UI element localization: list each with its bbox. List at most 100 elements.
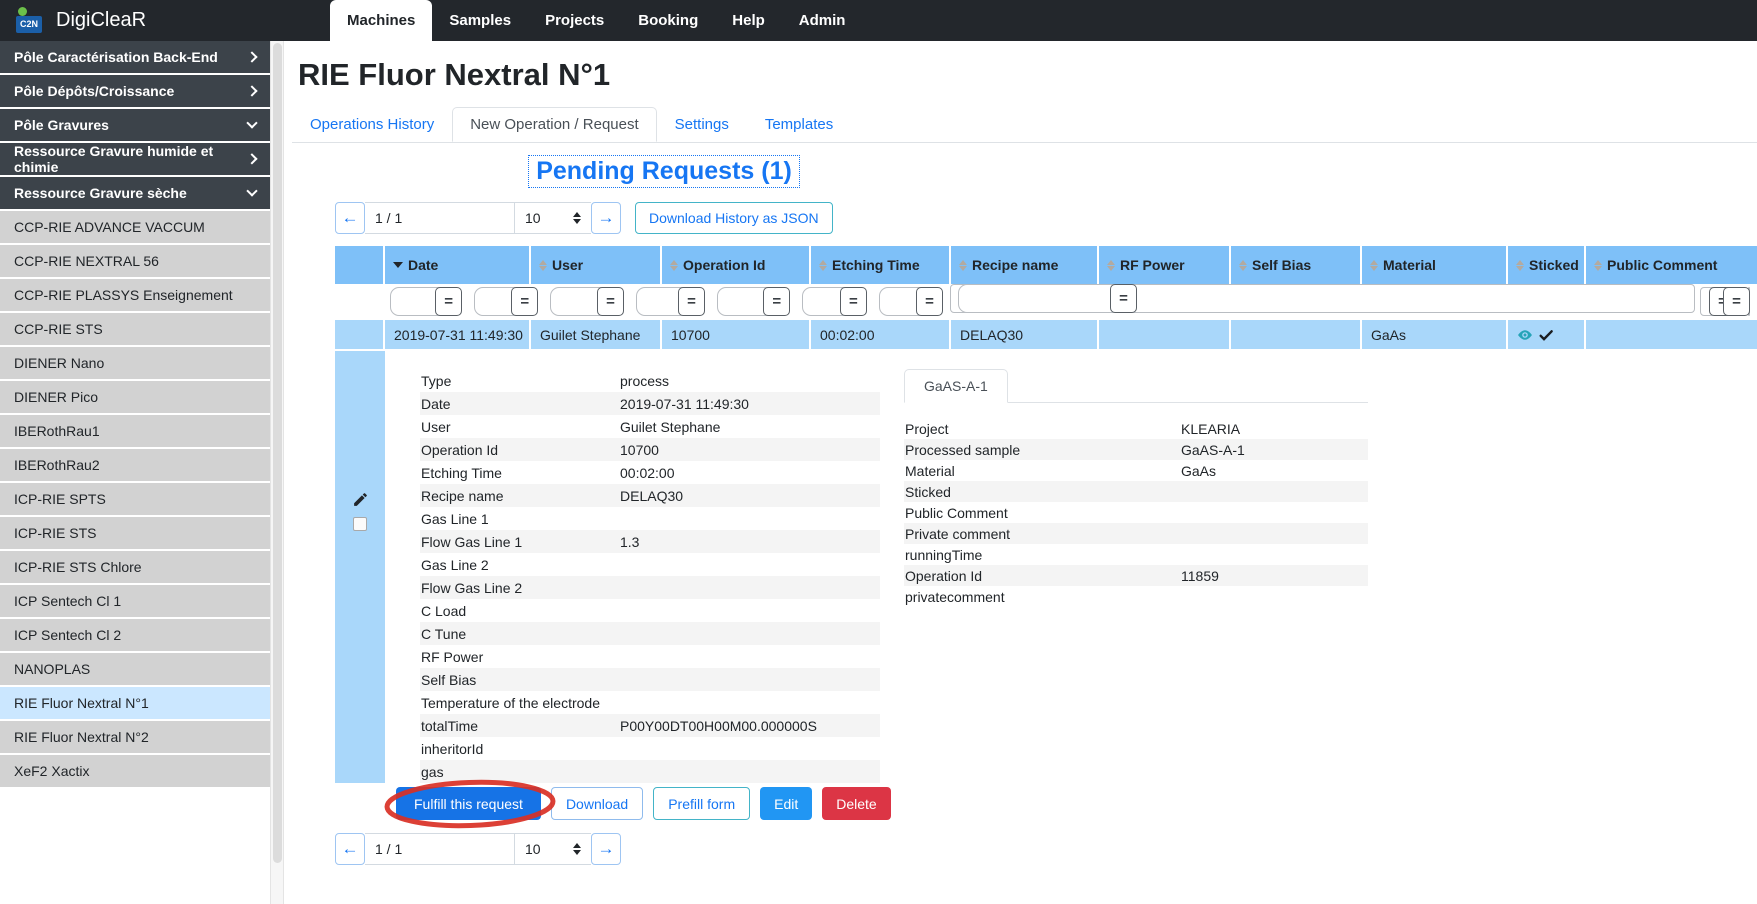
filter-operator-button[interactable]: = [1109,284,1137,313]
filter-operator-button[interactable]: = [597,287,625,316]
machine-tab[interactable]: Settings [657,107,747,142]
sort-icon[interactable] [393,262,403,268]
detail-value: 00:02:00 [620,465,880,481]
filter-operator-button[interactable]: = [678,287,705,316]
detail-row: RF Power [420,645,880,668]
sort-icon[interactable] [819,259,827,271]
top-nav-item[interactable]: Machines [330,0,433,41]
sort-icon[interactable] [1594,259,1602,271]
sample-label: runningTime [905,546,983,563]
top-nav-item-label: Samples [449,12,512,29]
sidebar-item[interactable]: NANOPLAS [0,653,270,685]
column-header[interactable]: Operation Id [662,246,811,284]
machine-tab[interactable]: Operations History [292,107,452,142]
filter-cell: = all [385,284,470,320]
prev-page-button[interactable]: ← [335,833,365,865]
column-header[interactable]: Self Bias [1231,246,1362,284]
sidebar-item[interactable]: Ressource Gravure sèche [0,177,270,209]
download-history-json-button[interactable]: Download History as JSON [635,202,833,234]
sidebar-item[interactable]: RIE Fluor Nextral N°2 [0,721,270,753]
detail-label: Recipe name [421,487,504,504]
edit-button[interactable]: Edit [760,787,813,820]
sort-icon[interactable] [959,259,967,271]
eye-icon[interactable] [1517,327,1533,343]
sample-tab[interactable]: GaAS-A-1 [904,369,1008,403]
filter-operator-button[interactable]: = [839,287,867,316]
column-header[interactable]: User [531,246,662,284]
sort-icon[interactable] [1516,259,1524,271]
top-nav-item[interactable]: Projects [528,0,621,41]
sidebar-item[interactable]: RIE Fluor Nextral N°1 [0,687,270,719]
sort-icon[interactable] [1239,259,1247,271]
column-header[interactable]: Material [1362,246,1508,284]
sidebar-item[interactable]: CCP-RIE STS [0,313,270,345]
equals-icon: = [1119,290,1128,307]
sidebar-item[interactable]: DIENER Nano [0,347,270,379]
sidebar-item-label: Pôle Caractérisation Back-End [14,49,218,65]
machine-tab[interactable]: Templates [747,107,851,142]
sample-row: Private comment [904,523,1368,544]
sample-details-list: Project KLEARIA Processed sample GaAS-A-… [904,418,1368,607]
machine-tab[interactable]: New Operation / Request [452,107,657,142]
sidebar-item[interactable]: ICP Sentech Cl 1 [0,585,270,617]
sort-icon[interactable] [670,259,678,271]
next-page-button[interactable]: → [591,202,621,234]
edit-pencil-icon[interactable] [352,491,369,508]
column-header[interactable]: Public Comment [1586,246,1757,284]
filter-operator-button[interactable]: = [763,287,791,316]
sidebar-item[interactable]: ICP-RIE STS [0,517,270,549]
fulfill-request-button[interactable]: Fulfill this request [384,779,556,829]
sidebar-item-label: CCP-RIE PLASSYS Enseignement [14,287,233,303]
sidebar-item[interactable]: Pôle Gravures [0,109,270,141]
page-indicator: 1 / 1 [365,202,515,234]
column-header[interactable]: Etching Time [811,246,951,284]
filter-operator-button[interactable]: = [511,287,539,316]
sample-label: Project [905,420,949,437]
column-header[interactable]: Sticked [1508,246,1586,284]
sidebar-scrollbar-thumb[interactable] [273,43,282,863]
sidebar-item[interactable]: ICP Sentech Cl 2 [0,619,270,651]
sidebar-item[interactable]: IBERothRau1 [0,415,270,447]
prefill-form-button[interactable]: Prefill form [653,787,751,820]
sidebar-item[interactable]: ICP-RIE STS Chlore [0,551,270,583]
sidebar-item[interactable]: Pôle Caractérisation Back-End [0,41,270,73]
page-size-select[interactable]: 10 [515,833,591,865]
detail-row: Date 2019-07-31 11:49:30 [420,392,880,415]
delete-button[interactable]: Delete [822,787,891,820]
sidebar-item[interactable]: DIENER Pico [0,381,270,413]
prev-page-button[interactable]: ← [335,202,365,234]
sort-icon[interactable] [1370,259,1378,271]
row-checkbox[interactable] [353,517,367,531]
sort-icon[interactable] [539,259,547,271]
detail-label: Self Bias [421,671,477,688]
page-size-select[interactable]: 10 [515,202,591,234]
sidebar-scrollbar[interactable] [270,41,284,904]
column-header-label: Material [1383,257,1436,273]
request-detail-panel: Type process Date 2019-07-31 11:49:30 Us… [335,349,1757,783]
column-header[interactable]: Recipe name [951,246,1099,284]
sidebar-item[interactable]: CCP-RIE PLASSYS Enseignement [0,279,270,311]
sidebar-item[interactable]: XeF2 Xactix [0,755,270,787]
filter-operator-button[interactable]: = [1722,287,1750,316]
top-nav-item[interactable]: Admin [782,0,863,41]
sort-icon[interactable] [1107,259,1115,271]
sidebar-item[interactable]: ICP-RIE SPTS [0,483,270,515]
detail-value: P00Y00DT00H00M00.000000S [620,718,880,734]
sidebar-item[interactable]: IBERothRau2 [0,449,270,481]
top-nav-item[interactable]: Help [715,0,782,41]
next-page-button[interactable]: → [591,833,621,865]
sidebar-item[interactable]: Pôle Dépôts/Croissance [0,75,270,107]
sidebar-item-label: CCP-RIE STS [14,321,103,337]
filter-operator-button[interactable]: = [435,287,463,316]
filter-operator-button[interactable]: = [915,287,943,316]
column-header[interactable]: Date [385,246,531,284]
sidebar-item[interactable]: CCP-RIE NEXTRAL 56 [0,245,270,277]
fulfill-request-label: Fulfill this request [414,795,523,812]
column-header[interactable]: RF Power [1099,246,1231,284]
download-button[interactable]: Download [550,787,644,820]
top-nav-item[interactable]: Booking [621,0,715,41]
top-nav-item[interactable]: Samples [432,0,528,41]
request-row[interactable]: 2019-07-31 11:49:30 Guilet Stephane 1070… [335,320,1757,349]
sidebar-item[interactable]: CCP-RIE ADVANCE VACCUM [0,211,270,243]
sidebar-item[interactable]: Ressource Gravure humide et chimie [0,143,270,175]
